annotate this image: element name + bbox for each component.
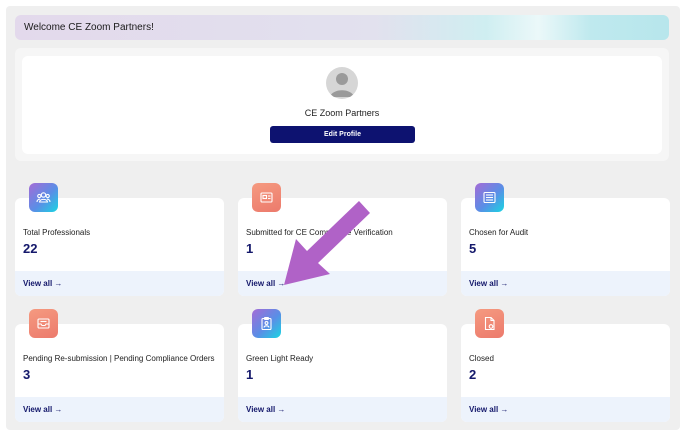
card-pending-resubmission: Pending Re-submission | Pending Complian… bbox=[15, 324, 224, 422]
card-footer: View all → bbox=[461, 397, 670, 422]
profile-name: CE Zoom Partners bbox=[304, 108, 380, 118]
card-title: Pending Re-submission | Pending Complian… bbox=[23, 354, 215, 363]
card-count: 2 bbox=[469, 367, 477, 382]
card-count: 5 bbox=[469, 241, 477, 256]
card-title: Total Professionals bbox=[23, 228, 91, 237]
welcome-text: Welcome CE Zoom Partners! bbox=[24, 22, 154, 33]
list-icon bbox=[475, 183, 504, 212]
document-icon bbox=[252, 183, 281, 212]
view-all-link[interactable]: View all → bbox=[246, 279, 285, 288]
card-submitted-verification: Submitted for CE Compliance Verification… bbox=[238, 198, 447, 296]
card-total-professionals: Total Professionals 22 View all → bbox=[15, 198, 224, 296]
edit-profile-button[interactable]: Edit Profile bbox=[270, 126, 415, 143]
card-chosen-for-audit: Chosen for Audit 5 View all → bbox=[461, 198, 670, 296]
card-footer: View all → bbox=[15, 397, 224, 422]
card-footer: View all → bbox=[461, 271, 670, 296]
card-count: 22 bbox=[23, 241, 38, 256]
card-green-light-ready: Green Light Ready 1 View all → bbox=[238, 324, 447, 422]
card-footer: View all → bbox=[238, 271, 447, 296]
card-footer: View all → bbox=[15, 271, 224, 296]
view-all-link[interactable]: View all → bbox=[469, 279, 508, 288]
view-all-link[interactable]: View all → bbox=[23, 279, 62, 288]
view-all-link[interactable]: View all → bbox=[23, 405, 62, 414]
card-footer: View all → bbox=[238, 397, 447, 422]
user-avatar-icon bbox=[330, 73, 354, 97]
card-title: Chosen for Audit bbox=[469, 228, 529, 237]
avatar bbox=[326, 67, 358, 99]
clipboard-icon bbox=[252, 309, 281, 338]
card-title: Closed bbox=[469, 354, 494, 363]
view-all-link[interactable]: View all → bbox=[469, 405, 508, 414]
card-title: Green Light Ready bbox=[246, 354, 314, 363]
people-icon bbox=[29, 183, 58, 212]
card-count: 3 bbox=[23, 367, 31, 382]
file-icon bbox=[475, 309, 504, 338]
welcome-banner: Welcome CE Zoom Partners! bbox=[15, 15, 669, 40]
view-all-link[interactable]: View all → bbox=[246, 405, 285, 414]
card-title: Submitted for CE Compliance Verification bbox=[246, 228, 393, 237]
card-count: 1 bbox=[246, 367, 254, 382]
card-count: 1 bbox=[246, 241, 254, 256]
card-closed: Closed 2 View all → bbox=[461, 324, 670, 422]
inbox-icon bbox=[29, 309, 58, 338]
